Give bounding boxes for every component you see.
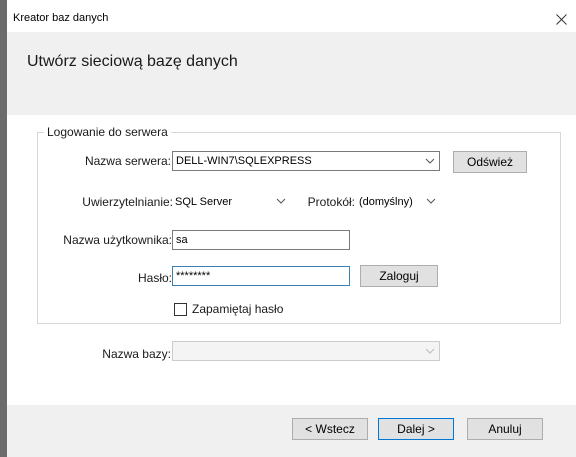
username-value: sa [176, 234, 188, 246]
server-name-value: DELL-WIN7\SQLEXPRESS [176, 155, 312, 167]
wizard-footer: < Wstecz Dalej > Anuluj [7, 405, 576, 457]
auth-value: SQL Server [175, 196, 233, 208]
database-name-label: Nazwa bazy: [102, 347, 171, 361]
protocol-select[interactable]: (domyślny) [356, 192, 440, 212]
password-label: Hasło: [137, 271, 172, 285]
chevron-down-icon [426, 198, 436, 204]
remember-password-label[interactable]: Zapamiętaj hasło [192, 302, 283, 316]
back-button[interactable]: < Wstecz [292, 418, 368, 440]
next-button[interactable]: Dalej > [378, 418, 454, 440]
close-icon [555, 13, 567, 25]
remember-password-checkbox[interactable] [174, 303, 187, 316]
username-input[interactable]: sa [172, 230, 350, 250]
database-wizard-window: Kreator baz danych Utwórz sieciową bazę … [0, 0, 576, 457]
server-login-legend: Logowanie do serwera [47, 125, 168, 139]
page-title: Utwórz sieciową bazę danych [27, 53, 238, 70]
database-name-combobox[interactable] [172, 341, 440, 361]
password-value: ******** [176, 270, 211, 282]
protocol-label: Protokół: [307, 195, 355, 209]
login-button[interactable]: Zaloguj [360, 265, 438, 287]
chevron-down-icon [425, 158, 435, 164]
username-label: Nazwa użytkownika: [63, 233, 172, 247]
wizard-header: Utwórz sieciową bazę danych [7, 32, 576, 115]
title-bar: Kreator baz danych [7, 0, 576, 32]
window-title: Kreator baz danych [13, 12, 109, 24]
refresh-button[interactable]: Odśwież [453, 151, 527, 173]
chevron-down-icon [276, 198, 286, 204]
server-name-combobox[interactable]: DELL-WIN7\SQLEXPRESS [172, 151, 440, 171]
protocol-value: (domyślny) [359, 196, 413, 208]
wizard-content: Logowanie do serwera Nazwa serwera: DELL… [7, 115, 576, 405]
cancel-button[interactable]: Anuluj [467, 418, 543, 440]
close-button[interactable] [546, 8, 576, 30]
window-left-edge [0, 0, 7, 457]
password-input[interactable]: ******** [172, 266, 350, 286]
server-name-label: Nazwa serwera: [84, 154, 171, 168]
auth-label: Uwierzytelnianie: [82, 195, 173, 209]
auth-select[interactable]: SQL Server [172, 192, 290, 212]
chevron-down-icon [425, 348, 435, 354]
